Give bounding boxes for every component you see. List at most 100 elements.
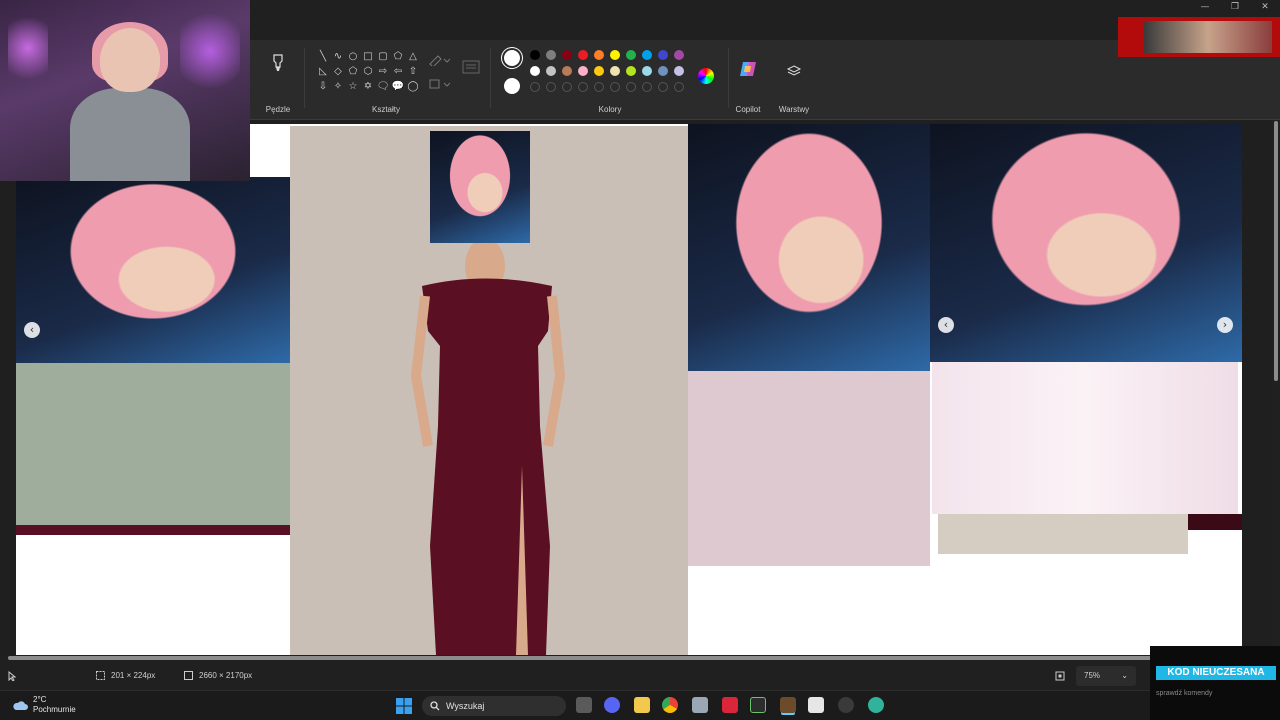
color-swatch[interactable] bbox=[578, 50, 588, 60]
copilot-group[interactable]: Copilot bbox=[730, 46, 766, 116]
color-swatch[interactable] bbox=[610, 50, 620, 60]
paint-taskbar-icon[interactable] bbox=[780, 697, 796, 713]
edit-colors-icon[interactable] bbox=[698, 68, 714, 84]
app-icon[interactable] bbox=[808, 697, 824, 713]
color-swatch[interactable] bbox=[674, 66, 684, 76]
vertical-scrollbar[interactable] bbox=[1274, 121, 1278, 381]
color-swatch[interactable] bbox=[658, 66, 668, 76]
custom-color-slot[interactable] bbox=[610, 82, 620, 92]
custom-color-slot[interactable] bbox=[594, 82, 604, 92]
oval-shape-icon[interactable]: ○ bbox=[346, 50, 360, 64]
custom-color-slot[interactable] bbox=[562, 82, 572, 92]
color-swatch[interactable] bbox=[546, 50, 556, 60]
divider bbox=[490, 48, 491, 108]
temperature-text: 2°C bbox=[33, 695, 47, 704]
polygon-shape-icon[interactable]: ⬠ bbox=[391, 50, 405, 64]
file-explorer-icon[interactable] bbox=[634, 697, 650, 713]
pasted-face-photo-middle bbox=[688, 124, 930, 371]
callout-rect-shape-icon[interactable]: 🗨 bbox=[376, 80, 390, 94]
horizontal-scrollbar[interactable] bbox=[8, 656, 1272, 660]
shapes-group: ╲ ∿ ○ □ ▢ ⬠ △ ◺ ◇ ⬠ ⬡ ⇨ ⇦ ⇧ ⇩ ✧ ☆ ✡ 🗨 💬 bbox=[306, 46, 486, 116]
zoom-dropdown[interactable]: 75% ⌄ bbox=[1076, 666, 1136, 686]
color-swatch[interactable] bbox=[546, 66, 556, 76]
triangle-shape-icon[interactable]: △ bbox=[406, 50, 420, 64]
custom-color-slot[interactable] bbox=[578, 82, 588, 92]
streamer-webcam bbox=[0, 0, 250, 181]
copilot-icon bbox=[740, 62, 756, 76]
custom-color-slot[interactable] bbox=[530, 82, 540, 92]
app-icon[interactable] bbox=[692, 697, 708, 713]
custom-color-slot[interactable] bbox=[658, 82, 668, 92]
rectangle-shape-icon[interactable]: □ bbox=[361, 50, 375, 64]
callout-oval-shape-icon[interactable]: 💬 bbox=[391, 80, 405, 94]
pasted-green-dress-photo bbox=[16, 363, 290, 525]
weather-widget[interactable]: 2°C Pochmurnie bbox=[12, 695, 76, 715]
color-swatch[interactable] bbox=[626, 50, 636, 60]
line-shape-icon[interactable]: ╲ bbox=[316, 50, 330, 64]
pasted-small-face-photo[interactable] bbox=[430, 131, 530, 243]
custom-color-slot[interactable] bbox=[674, 82, 684, 92]
color-palette bbox=[530, 50, 684, 92]
fit-to-window-icon[interactable] bbox=[1055, 671, 1065, 681]
discord-icon[interactable] bbox=[604, 697, 620, 713]
outline-icon[interactable] bbox=[428, 54, 450, 66]
star4-shape-icon[interactable]: ✧ bbox=[331, 80, 345, 94]
color-swatch[interactable] bbox=[642, 66, 652, 76]
minimize-button[interactable]: — bbox=[1190, 0, 1220, 14]
app-icon[interactable] bbox=[750, 697, 766, 713]
color-swatch[interactable] bbox=[594, 66, 604, 76]
close-button[interactable]: ✕ bbox=[1250, 0, 1280, 14]
custom-color-slot[interactable] bbox=[626, 82, 636, 92]
arrow-up-shape-icon[interactable]: ⇧ bbox=[406, 65, 420, 79]
pentagon-shape-icon[interactable]: ⬠ bbox=[346, 65, 360, 79]
shapes-gallery: ╲ ∿ ○ □ ▢ ⬠ △ ◺ ◇ ⬠ ⬡ ⇨ ⇦ ⇧ ⇩ ✧ ☆ ✡ 🗨 💬 bbox=[316, 50, 420, 94]
custom-color-slot[interactable] bbox=[546, 82, 556, 92]
color-swatch[interactable] bbox=[594, 50, 604, 60]
app-icon[interactable] bbox=[868, 697, 884, 713]
color-swatch[interactable] bbox=[626, 66, 636, 76]
task-view-icon[interactable] bbox=[576, 697, 592, 713]
color-swatch[interactable] bbox=[642, 50, 652, 60]
arrow-down-shape-icon[interactable]: ⇩ bbox=[316, 80, 330, 94]
windows-taskbar: 2°C Pochmurnie Wyszukaj bbox=[0, 690, 1280, 720]
windows-start-icon[interactable] bbox=[396, 698, 412, 714]
color-swatch[interactable] bbox=[610, 66, 620, 76]
right-triangle-shape-icon[interactable]: ◺ bbox=[316, 65, 330, 79]
chrome-icon[interactable] bbox=[662, 697, 678, 713]
kod-subtitle: sprawdź komendy bbox=[1156, 690, 1213, 697]
color2-swatch[interactable] bbox=[504, 78, 520, 94]
taskbar-search[interactable]: Wyszukaj bbox=[422, 696, 566, 716]
app-icon[interactable] bbox=[722, 697, 738, 713]
color-swatch[interactable] bbox=[578, 66, 588, 76]
color-swatch[interactable] bbox=[562, 50, 572, 60]
shape-fill-panel-icon[interactable] bbox=[462, 60, 480, 74]
arrow-left-shape-icon[interactable]: ⇦ bbox=[391, 65, 405, 79]
colors-label: Kolory bbox=[598, 105, 622, 114]
stream-overlay-banner bbox=[1118, 17, 1280, 57]
color-swatch[interactable] bbox=[530, 66, 540, 76]
star5-shape-icon[interactable]: ☆ bbox=[346, 80, 360, 94]
pointer-position bbox=[8, 671, 16, 681]
app-icon[interactable] bbox=[838, 697, 854, 713]
color-swatch[interactable] bbox=[674, 50, 684, 60]
pasted-strip bbox=[16, 525, 290, 535]
curve-shape-icon[interactable]: ∿ bbox=[331, 50, 345, 64]
fill-icon[interactable] bbox=[428, 78, 450, 90]
color1-swatch[interactable] bbox=[504, 50, 520, 66]
webcam-lights bbox=[180, 6, 240, 96]
custom-color-slot[interactable] bbox=[642, 82, 652, 92]
callout-cloud-shape-icon[interactable]: ◯ bbox=[406, 80, 420, 94]
rounded-rectangle-shape-icon[interactable]: ▢ bbox=[376, 50, 390, 64]
drawing-canvas[interactable]: ‹ ‹ › bbox=[16, 124, 1242, 655]
star6-shape-icon[interactable]: ✡ bbox=[361, 80, 375, 94]
hexagon-shape-icon[interactable]: ⬡ bbox=[361, 65, 375, 79]
maximize-button[interactable]: ❐ bbox=[1220, 0, 1250, 14]
arrow-right-shape-icon[interactable]: ⇨ bbox=[376, 65, 390, 79]
canvas-area[interactable]: ‹ ‹ › bbox=[0, 121, 1272, 655]
color-swatch[interactable] bbox=[562, 66, 572, 76]
diamond-shape-icon[interactable]: ◇ bbox=[331, 65, 345, 79]
layers-group[interactable]: Warstwy bbox=[774, 46, 814, 116]
prev-arrow-icon: ‹ bbox=[24, 322, 40, 338]
color-swatch[interactable] bbox=[658, 50, 668, 60]
color-swatch[interactable] bbox=[530, 50, 540, 60]
